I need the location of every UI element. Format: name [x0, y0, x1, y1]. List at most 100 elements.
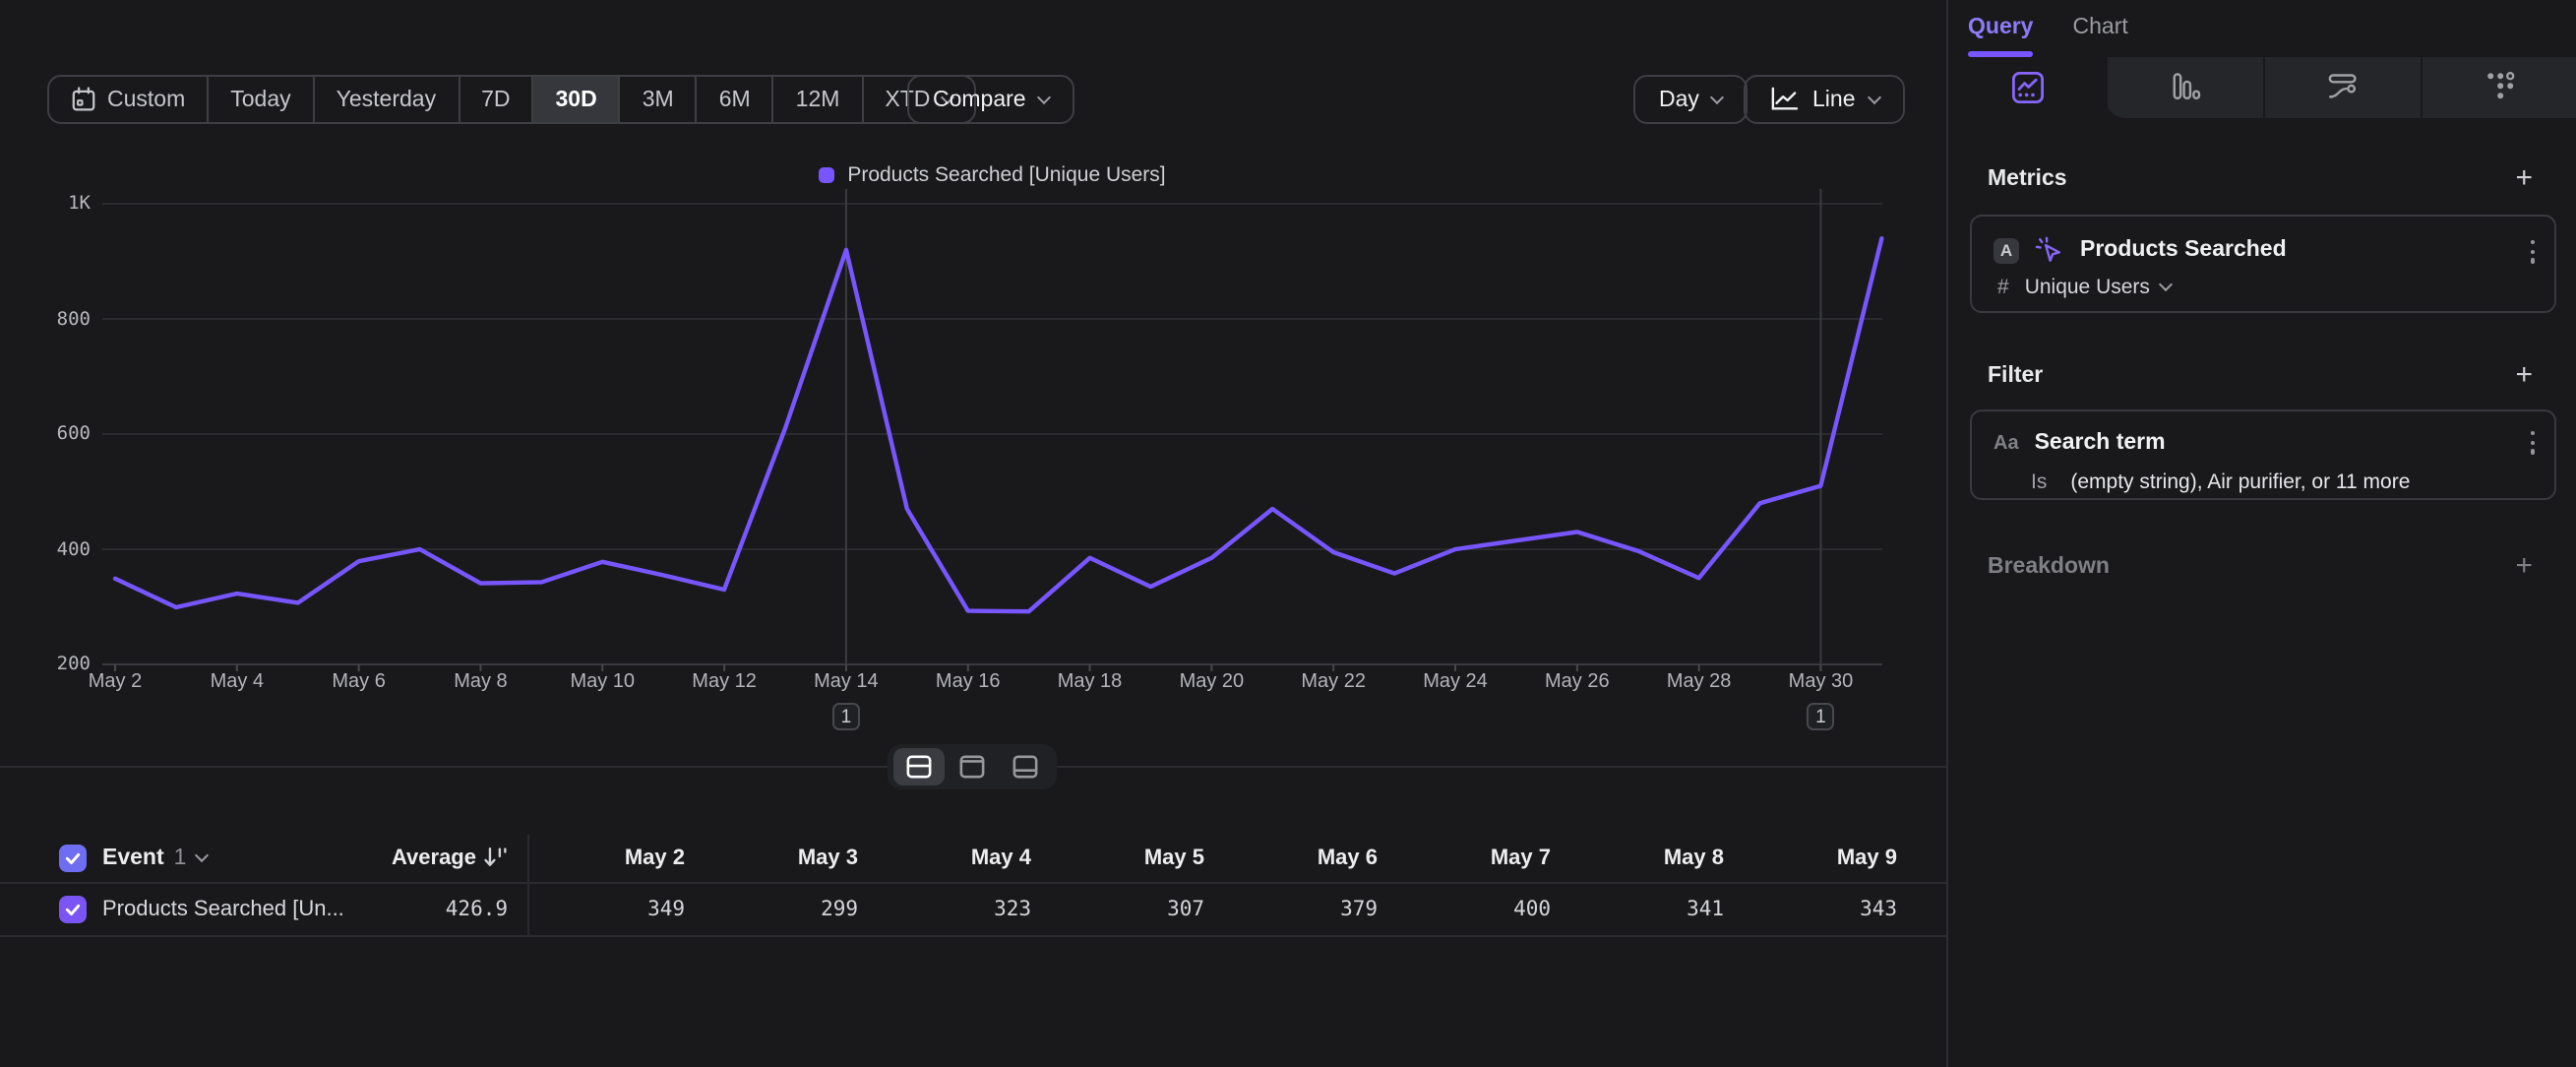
kebab-menu-icon[interactable] — [2530, 240, 2535, 263]
tab-query[interactable]: Query — [1968, 0, 2034, 56]
event-pointer-icon — [2035, 235, 2064, 265]
annotation-badge[interactable]: 1 — [832, 703, 860, 730]
annotation-badge[interactable]: 1 — [1807, 703, 1834, 730]
column-header[interactable]: May 8 — [1568, 834, 1742, 882]
add-filter-button[interactable]: + — [2515, 366, 2533, 386]
x-tick-label: May 6 — [300, 671, 418, 693]
series-checkbox[interactable] — [59, 897, 86, 923]
table-row: Products Searched [Un... 426.9 349299323… — [0, 884, 1946, 937]
check-icon — [63, 848, 83, 868]
panel-tabs: Query Chart — [1948, 0, 2576, 56]
range-label: 12M — [796, 88, 840, 111]
insights-icon — [2010, 71, 2044, 104]
kebab-menu-icon[interactable] — [2530, 431, 2535, 454]
tab-flows[interactable] — [2263, 56, 2421, 118]
filter-property-name[interactable]: Search term — [2035, 431, 2166, 455]
average-value: 426.9 — [446, 898, 508, 921]
table-header-row: Event 1 Average May 2May 3M — [0, 834, 1946, 884]
column-header[interactable]: May 4 — [876, 834, 1049, 882]
range-label: 30D — [556, 88, 597, 111]
filter-card[interactable]: Aa Search term Is (empty string), Air pu… — [1970, 409, 2556, 500]
range-custom[interactable]: Custom — [48, 77, 209, 122]
range-label: Custom — [107, 88, 185, 111]
aggregation-label: Unique Users — [2025, 276, 2150, 299]
y-tick-label: 1K — [12, 193, 91, 215]
date-value-cells: 349299323307379400341343 — [529, 884, 1915, 935]
breakdown-section-header: Breakdown + — [1948, 555, 2576, 579]
column-header[interactable]: May 3 — [703, 834, 876, 882]
chart-legend: Products Searched [Unique Users] — [102, 163, 1881, 187]
column-header[interactable]: May 7 — [1395, 834, 1568, 882]
line-chart-icon — [1769, 87, 1799, 112]
tab-retention[interactable] — [2421, 56, 2576, 118]
tab-chart-label: Chart — [2073, 17, 2128, 40]
filter-title: Filter — [1988, 364, 2043, 388]
range-3m[interactable]: 3M — [621, 77, 698, 122]
results-table: Event 1 Average May 2May 3M — [0, 834, 1946, 937]
x-tick-label: May 14 — [787, 671, 905, 693]
metrics-title: Metrics — [1988, 167, 2067, 191]
table-cell: 349 — [529, 884, 703, 935]
tab-chart[interactable]: Chart — [2073, 0, 2128, 56]
column-header[interactable]: May 2 — [529, 834, 703, 882]
x-tick-label: May 2 — [56, 671, 174, 693]
table-row-left: Products Searched [Un... 426.9 — [0, 884, 529, 935]
add-metric-button[interactable]: + — [2515, 169, 2533, 189]
y-tick-label: 600 — [12, 423, 91, 445]
table-only-view-button[interactable] — [1000, 747, 1051, 785]
range-today[interactable]: Today — [209, 77, 314, 122]
table-cell: 307 — [1049, 884, 1222, 935]
query-builder-panel: Query Chart — [1948, 0, 2576, 1067]
layout-switcher — [888, 743, 1057, 788]
chart-only-view-icon — [958, 753, 986, 779]
tab-insights[interactable] — [1948, 56, 2106, 118]
average-label: Average — [392, 847, 476, 870]
aggregation-selector[interactable]: Unique Users — [2025, 276, 2172, 299]
x-tick-label: May 18 — [1031, 671, 1149, 693]
x-tick-label: May 8 — [421, 671, 539, 693]
event-column-header[interactable]: Event 1 — [102, 847, 206, 870]
tab-query-label: Query — [1968, 17, 2034, 40]
column-header[interactable]: May 6 — [1222, 834, 1395, 882]
select-all-checkbox[interactable] — [59, 845, 86, 871]
table-cell: 299 — [703, 884, 876, 935]
range-label: 7D — [481, 88, 510, 111]
compare-button[interactable]: Compare — [907, 75, 1075, 124]
event-count: 1 — [174, 847, 187, 870]
x-tick-label: May 28 — [1640, 671, 1758, 693]
tab-funnels[interactable] — [2106, 56, 2263, 118]
x-tick-label: May 12 — [665, 671, 783, 693]
report-toolbar: CustomTodayYesterday7D30D3M6M12MXTD Comp… — [0, 75, 1946, 124]
chart-type-dropdown[interactable]: Line — [1744, 75, 1905, 124]
report-main-area: CustomTodayYesterday7D30D3M6M12MXTD Comp… — [0, 0, 1946, 1067]
x-tick-label: May 10 — [543, 671, 661, 693]
average-column-header[interactable]: Average — [392, 847, 508, 870]
table-only-view-icon — [1012, 753, 1039, 779]
granularity-dropdown[interactable]: Day — [1633, 75, 1748, 124]
table-cell: 341 — [1568, 884, 1742, 935]
compare-label: Compare — [933, 88, 1026, 111]
range-7d[interactable]: 7D — [460, 77, 533, 122]
x-tick-label: May 4 — [178, 671, 296, 693]
split-view-icon — [905, 753, 933, 779]
column-header[interactable]: May 5 — [1049, 834, 1222, 882]
filter-operator[interactable]: Is — [2031, 471, 2047, 494]
filter-value[interactable]: (empty string), Air purifier, or 11 more — [2070, 471, 2410, 494]
series-letter-badge: A — [1993, 237, 2019, 263]
range-6m[interactable]: 6M — [698, 77, 774, 122]
column-header[interactable]: May 9 — [1742, 834, 1915, 882]
add-breakdown-button[interactable]: + — [2515, 557, 2533, 577]
range-30d[interactable]: 30D — [534, 77, 621, 122]
range-yesterday[interactable]: Yesterday — [315, 77, 460, 122]
insights-report-page: CustomTodayYesterday7D30D3M6M12MXTD Comp… — [0, 0, 2576, 1067]
split-view-button[interactable] — [893, 747, 945, 785]
metric-event-name[interactable]: Products Searched — [2080, 238, 2287, 262]
range-12m[interactable]: 12M — [774, 77, 864, 122]
range-label: 3M — [643, 88, 674, 111]
series-name[interactable]: Products Searched [Un... — [102, 898, 344, 921]
table-cell: 400 — [1395, 884, 1568, 935]
metric-card[interactable]: A Products Searched # Unique Users — [1970, 215, 2556, 313]
funnels-icon — [2170, 72, 2201, 103]
chart-only-view-button[interactable] — [947, 747, 998, 785]
report-type-tabs-group — [2106, 56, 2576, 118]
